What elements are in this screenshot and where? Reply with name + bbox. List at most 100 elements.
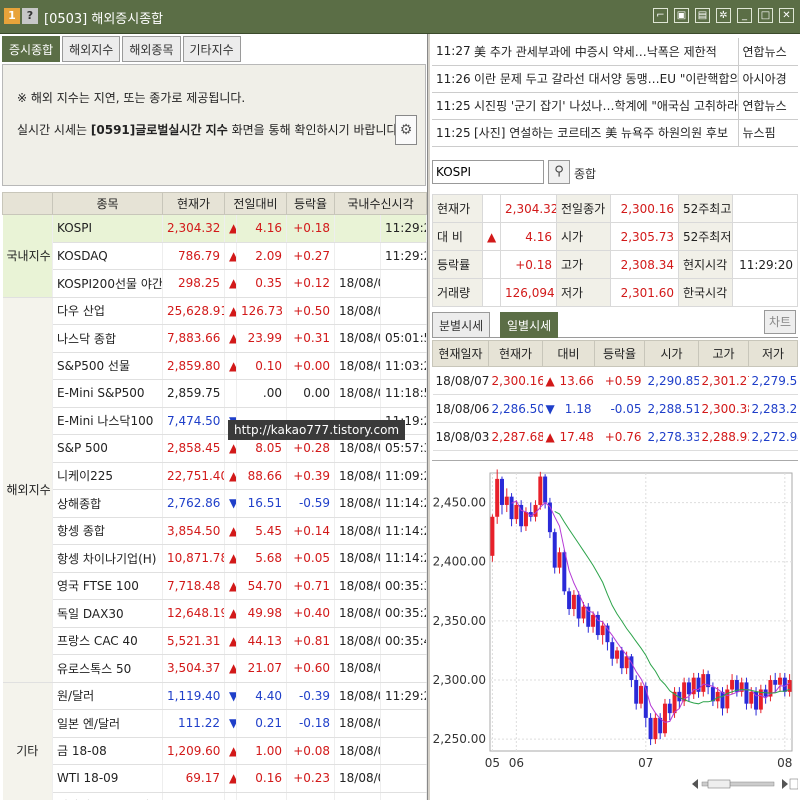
candle-body xyxy=(749,691,754,704)
symbol-input[interactable] xyxy=(432,160,544,184)
cell-change: 4.16 xyxy=(236,214,288,243)
cell-rate: +0.00 xyxy=(286,352,336,380)
minimize-icon[interactable]: _ xyxy=(737,8,752,23)
table-row[interactable]: 유로스톡스 503,504.37▲21.07+0.6018/08/07 xyxy=(3,654,428,683)
table-row[interactable]: 국내지수KOSPI2,304.32▲4.16+0.1811:29:20 xyxy=(2,214,428,298)
daily-rate: +0.76 xyxy=(594,422,645,451)
quote-table: 현재가 2,304.32 전일종가 2,300.16 52주최고 대 비 ▲ 4.16 시가 2,… xyxy=(432,194,798,307)
daily-row[interactable]: 18/08/07 2,300.16 ▲ 13.66 +0.59 2,290.85 2,301… xyxy=(432,366,798,395)
table-row[interactable]: WTI 18-0969.17▲0.16+0.2318/08/07 xyxy=(3,764,428,793)
table-row[interactable]: 프랑스 CAC 405,521.31▲44.13+0.8118/08/0800:… xyxy=(3,627,428,655)
news-item[interactable]: 11:25:시진핑 '군기 잡기' 나섰나…학계에 "애국심 고취하라"연합뉴스 xyxy=(432,92,798,120)
daily-header-low: 저가 xyxy=(748,340,798,367)
table-row[interactable]: 일본 엔/달러111.22▼0.21-0.1818/08/07 xyxy=(3,709,428,738)
cell-price: 3,854.50 xyxy=(162,517,225,545)
table-row[interactable]: 금 18-081,209.60▲1.00+0.0818/08/07 xyxy=(3,737,428,765)
news-src: 아시아경 xyxy=(737,65,798,93)
table-row[interactable]: KOSPI200선물 야간298.25▲0.35+0.1218/08/07 xyxy=(3,269,428,298)
table-row[interactable]: 항셍 차이나기업(H)10,871.78▲5.68+0.0518/08/0811… xyxy=(3,544,428,573)
realtime-screen-link[interactable]: [0591]글로벌실시간 지수 xyxy=(91,123,228,137)
quote-label: 대 비 xyxy=(432,222,483,251)
daily-header-high: 고가 xyxy=(698,340,749,367)
gear-icon[interactable]: ⚙ xyxy=(395,115,417,145)
cell-date: 18/08/07 xyxy=(334,764,382,793)
candle-body xyxy=(720,691,725,709)
table-row[interactable]: 기타원/달러1,119.40▼4.40-0.3918/08/0811:29:24 xyxy=(2,682,428,800)
link-icon[interactable]: ⌐ xyxy=(653,8,668,23)
cell-name: E-Mini 나스닥100 xyxy=(52,407,163,435)
tab-foreign-index[interactable]: 해외지수 xyxy=(62,36,121,62)
table-row[interactable]: 필라델피아 반도체1,400.00▲10.78+0.7818/08/07 xyxy=(3,792,428,800)
table-row[interactable]: 항셍 종합3,854.50▲5.45+0.1418/08/0811:14:26 xyxy=(3,517,428,545)
cell-direction-icon: ▲ xyxy=(224,627,237,655)
quote-arrow: ▲ xyxy=(482,222,501,251)
tab-foreign-stock[interactable]: 해외종목 xyxy=(122,36,181,62)
table-row[interactable]: KOSDAQ786.79▲2.09+0.27 11:29:20 xyxy=(3,242,428,270)
daily-date: 18/08/06 xyxy=(432,394,489,423)
search-icon[interactable]: ⚲ xyxy=(548,160,570,184)
cell-name: 프랑스 CAC 40 xyxy=(52,627,163,655)
candle-body xyxy=(495,478,500,517)
candle-body xyxy=(715,691,720,702)
cell-direction-icon: ▲ xyxy=(224,242,237,270)
news-title: 美 추가 관세부과에 中증시 약세…낙폭은 제한적 xyxy=(470,38,738,66)
cell-date: 18/08/07 xyxy=(334,297,382,325)
help-icon[interactable]: ? xyxy=(22,8,38,24)
chart-button[interactable]: 차트 xyxy=(764,310,796,334)
table-row[interactable]: 상해종합2,762.86▼16.51-0.5918/08/0811:14:24 xyxy=(3,489,428,518)
cell-price: 1,119.40 xyxy=(162,682,225,710)
table-row[interactable]: S&P500 선물2,859.80▲0.10+0.0018/08/0811:03… xyxy=(3,352,428,380)
y-tick-label: 2,350.00 xyxy=(433,614,486,628)
table-row[interactable]: 니케이22522,751.40▲88.66+0.3918/08/0811:09:… xyxy=(3,462,428,490)
daily-change: 13.66 xyxy=(556,366,595,395)
news-item[interactable]: 11:25:[사진] 연설하는 코르테즈 美 뉴욕주 하원의원 후보뉴스핌 xyxy=(432,119,798,147)
title-bar: 1 ? [0503] 해외증시종합 ⌐ ▣ ▤ ✲ _ □ ✕ xyxy=(0,0,800,34)
watermark-label: http://kakao777.tistory.com xyxy=(228,420,406,440)
quote-value: 2,305.73 xyxy=(610,222,679,251)
tab-market-summary[interactable]: 증시종합 xyxy=(2,36,61,62)
cell-price: 7,474.50 xyxy=(162,407,225,435)
table-row[interactable]: 영국 FTSE 1007,718.48▲54.70+0.7118/08/0800… xyxy=(3,572,428,600)
cell-name: 항셍 차이나기업(H) xyxy=(52,544,163,573)
table-row[interactable]: 해외지수다우 산업25,628.91▲126.73+0.5018/08/07 xyxy=(2,297,428,683)
cell-date: 18/08/08 xyxy=(334,682,382,710)
x-tick-label: 06 xyxy=(509,756,524,770)
cell-change: 1.00 xyxy=(236,737,288,765)
candle-body xyxy=(773,680,778,685)
maximize-icon[interactable]: □ xyxy=(758,8,773,23)
close-icon[interactable]: ✕ xyxy=(779,8,794,23)
tab-other-index[interactable]: 기타지수 xyxy=(182,36,241,62)
candle-body xyxy=(504,496,509,505)
cell-date xyxy=(334,242,382,270)
cell-date: 18/08/07 xyxy=(334,709,382,738)
tab-daily-quotes[interactable]: 일별시세 xyxy=(500,312,559,338)
daily-row[interactable]: 18/08/06 2,286.50 ▼ 1.18 -0.05 2,288.51 2,300.… xyxy=(432,394,798,423)
cell-price: 12,648.19 xyxy=(162,599,225,628)
quote-value: +0.18 xyxy=(500,250,557,279)
news-src: 연합뉴스 xyxy=(737,92,798,120)
table-row[interactable]: E-Mini S&P5002,859.75 .000.0018/08/0811:1… xyxy=(3,379,428,408)
news-item[interactable]: 11:27:美 추가 관세부과에 中증시 약세…낙폭은 제한적연합뉴스 xyxy=(432,38,798,66)
cell-date: 18/08/07 xyxy=(334,654,382,683)
settings-icon[interactable]: ✲ xyxy=(716,8,731,23)
cell-price: 69.17 xyxy=(162,764,225,793)
cell-rate: -0.59 xyxy=(286,489,336,518)
quote-value: 2,304.32 xyxy=(500,194,557,223)
notice-box: ※ 해외 지수는 지연, 또는 종가로 제공됩니다. 실시간 시세는 [0591… xyxy=(2,64,426,186)
main-tabs: 증시종합 해외지수 해외종목 기타지수 xyxy=(0,36,241,64)
table-row[interactable]: 독일 DAX3012,648.19▲49.98+0.4018/08/0800:3… xyxy=(3,599,428,628)
chart-scrollbar[interactable] xyxy=(690,777,798,791)
candle-body xyxy=(610,642,615,659)
x-tick-label: 07 xyxy=(638,756,653,770)
print-icon[interactable]: ▤ xyxy=(695,8,710,23)
table-row[interactable]: 나스닥 종합7,883.66▲23.99+0.3118/08/0805:01:5… xyxy=(3,324,428,353)
quote-row: 등락률 +0.18 고가 2,308.34 현지시각 11:29:20 xyxy=(432,250,798,279)
price-chart[interactable]: 2,450.00 2,400.00 2,350.00 2,300.00 2,250.00… xyxy=(432,460,798,798)
cell-name: 니케이225 xyxy=(52,462,163,490)
tab-minute-quotes[interactable]: 분별시세 xyxy=(432,312,491,338)
news-item[interactable]: 11:26:이란 문제 두고 갈라선 대서양 동맹…EU "이란핵합의아시아경 xyxy=(432,65,798,93)
cell-change: 4.40 xyxy=(236,682,288,710)
quote-arrow xyxy=(482,250,501,279)
daily-row[interactable]: 18/08/03 2,287.68 ▲ 17.48 +0.76 2,278.33 2,288… xyxy=(432,422,798,451)
save-icon[interactable]: ▣ xyxy=(674,8,689,23)
